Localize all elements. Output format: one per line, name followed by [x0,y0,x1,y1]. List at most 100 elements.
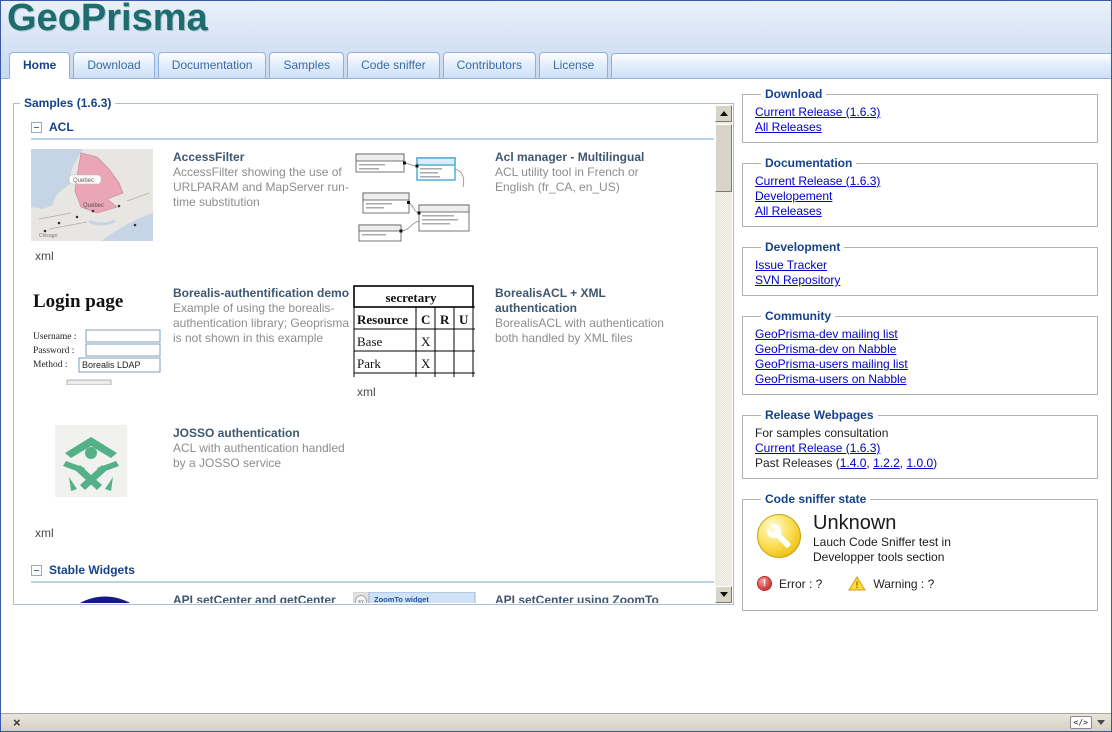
bullseye-thumbnail[interactable] [45,592,163,603]
login-page-image: Login page Username : Password : Method … [31,285,161,385]
vertical-scrollbar[interactable] [715,105,732,603]
link-release-1-2-2[interactable]: 1.2.2 [873,456,900,470]
link-release-1-4-0[interactable]: 1.4.0 [840,456,867,470]
section-divider [31,138,714,140]
sample-row: Login page Username : Password : Method … [15,285,714,416]
tab-bar: Home Download Documentation Samples Code… [9,52,1111,79]
download-box: Download Current Release (1.6.3) All Rel… [742,87,1098,143]
sample-row: API setCenter and getCenter Shows the us… [15,592,714,603]
sniffer-counts-row: ! Error : ? ! Warning : ? [755,576,1085,591]
scrollbar-thumb[interactable] [715,124,732,192]
svg-text:Quebec: Quebec [83,203,104,209]
sample-title: Borealis-authentification demo [173,286,353,301]
xml-link[interactable]: xml [357,385,376,399]
svg-text:U: U [459,312,469,327]
sample-empty-cell [353,425,675,549]
link-release-current[interactable]: Current Release (1.6.3) [755,441,880,455]
statusbar-close-button[interactable]: × [13,715,21,730]
sample-title: AccessFilter [173,150,353,165]
link-download-all-releases[interactable]: All Releases [755,120,822,134]
sample-title: BorealisACL + XML authentication [495,286,675,316]
section-title: Stable Widgets [49,563,135,577]
development-box: Development Issue Tracker SVN Repository [742,240,1098,296]
svg-text:Password :: Password : [33,346,74,356]
link-users-mailing-list[interactable]: GeoPrisma-users mailing list [755,357,908,371]
tab-code-sniffer[interactable]: Code sniffer [347,52,439,79]
xml-link[interactable]: xml [35,526,163,540]
zoomto-widget-thumbnail[interactable]: XY ZoomTo widget X coordinate: [353,592,485,603]
sample-borealisacl-xml: secretary Resource [353,285,675,416]
svg-text:Quebec: Quebec [73,178,94,184]
sample-borealis-auth: Login page Username : Password : Method … [31,285,353,416]
community-box: Community GeoPrisma-dev mailing list Geo… [742,309,1098,395]
download-legend: Download [761,87,826,101]
section-header-acl: ACL [31,120,714,134]
documentation-legend: Documentation [761,156,856,170]
error-icon: ! [757,576,772,591]
wrench-icon [757,514,801,558]
documentation-box: Documentation Current Release (1.6.3) De… [742,156,1098,227]
tab-home[interactable]: Home [9,52,70,79]
tab-samples[interactable]: Samples [269,52,344,79]
code-sniffer-legend: Code sniffer state [761,492,870,506]
statusbar-dropdown-arrow[interactable] [1097,720,1105,725]
josso-logo-image [55,425,127,497]
link-dev-mailing-list[interactable]: GeoPrisma-dev mailing list [755,327,898,341]
xml-link[interactable]: xml [35,249,54,263]
sample-row: Quebec Quebec Chicago xml AccessFilter A… [15,149,714,276]
svg-text:Resource: Resource [357,312,408,327]
svg-text:secretary: secretary [385,290,437,305]
sample-description: BorealisACL with authentication both han… [495,316,675,346]
zoomto-widget-image: XY ZoomTo widget X coordinate: [353,592,477,603]
acl-table-thumbnail[interactable]: secretary Resource [353,285,485,380]
link-doc-developement[interactable]: Developement [755,189,832,203]
tab-license[interactable]: License [539,52,608,79]
collapse-icon[interactable] [31,565,42,576]
tab-download[interactable]: Download [73,52,154,79]
code-inspector-button[interactable]: </> [1070,716,1092,729]
map-thumbnail[interactable]: Quebec Quebec Chicago [31,149,163,244]
page-header: GeoPrisma Home Download Documentation Sa… [1,1,1111,79]
link-doc-all-releases[interactable]: All Releases [755,204,822,218]
link-users-nabble[interactable]: GeoPrisma-users on Nabble [755,372,906,386]
acl-table-image: secretary Resource [353,285,477,377]
login-page-thumbnail[interactable]: Login page Username : Password : Method … [31,285,163,388]
warning-icon: ! [848,576,866,591]
svg-text:ZoomTo widget: ZoomTo widget [374,595,429,603]
svg-text:Login page: Login page [33,291,123,312]
sample-row: xml JOSSO authentication ACL with authen… [15,425,714,549]
link-download-current-release[interactable]: Current Release (1.6.3) [755,105,880,119]
er-diagram-image [353,149,477,243]
josso-logo-thumbnail[interactable] [55,425,163,500]
svg-text:Park: Park [357,356,381,371]
svg-text:Chicago: Chicago [39,233,58,239]
warning-label: Warning : ? [873,577,934,591]
link-release-1-0-0[interactable]: 1.0.0 [906,456,933,470]
sniffer-message: Lauch Code Sniffer test in Developper to… [813,535,988,565]
link-doc-current-release[interactable]: Current Release (1.6.3) [755,174,880,188]
release-webpages-box: Release Webpages For samples consultatio… [742,408,1098,479]
scroll-up-button[interactable] [715,105,732,122]
samples-legend: Samples (1.6.3) [20,96,115,110]
code-sniffer-box: Code sniffer state Unknown Lauch Code Sn… [742,492,1098,611]
quebec-map-image: Quebec Quebec Chicago [31,149,153,241]
svg-text:Method :: Method : [33,360,68,370]
svg-text:Base: Base [357,334,383,349]
sample-title: API setCenter using ZoomTo [495,593,675,603]
sidebar: Download Current Release (1.6.3) All Rel… [742,87,1098,624]
community-legend: Community [761,309,835,323]
arrow-down-icon [720,592,728,597]
sample-description: ACL with authentication handled by a JOS… [173,441,353,471]
sample-title: Acl manager - Multilingual [495,150,675,165]
scroll-down-button[interactable] [715,586,732,603]
er-diagram-thumbnail[interactable] [353,149,485,246]
link-svn-repository[interactable]: SVN Repository [755,273,840,287]
sample-title: JOSSO authentication [173,426,353,441]
sample-api-zoomto: XY ZoomTo widget X coordinate: API setCe… [353,592,675,603]
collapse-icon[interactable] [31,122,42,133]
tab-documentation[interactable]: Documentation [158,52,267,79]
tab-contributors[interactable]: Contributors [443,52,536,79]
link-issue-tracker[interactable]: Issue Tracker [755,258,827,272]
link-dev-nabble[interactable]: GeoPrisma-dev on Nabble [755,342,896,356]
tab-strip-filler [611,53,1111,79]
